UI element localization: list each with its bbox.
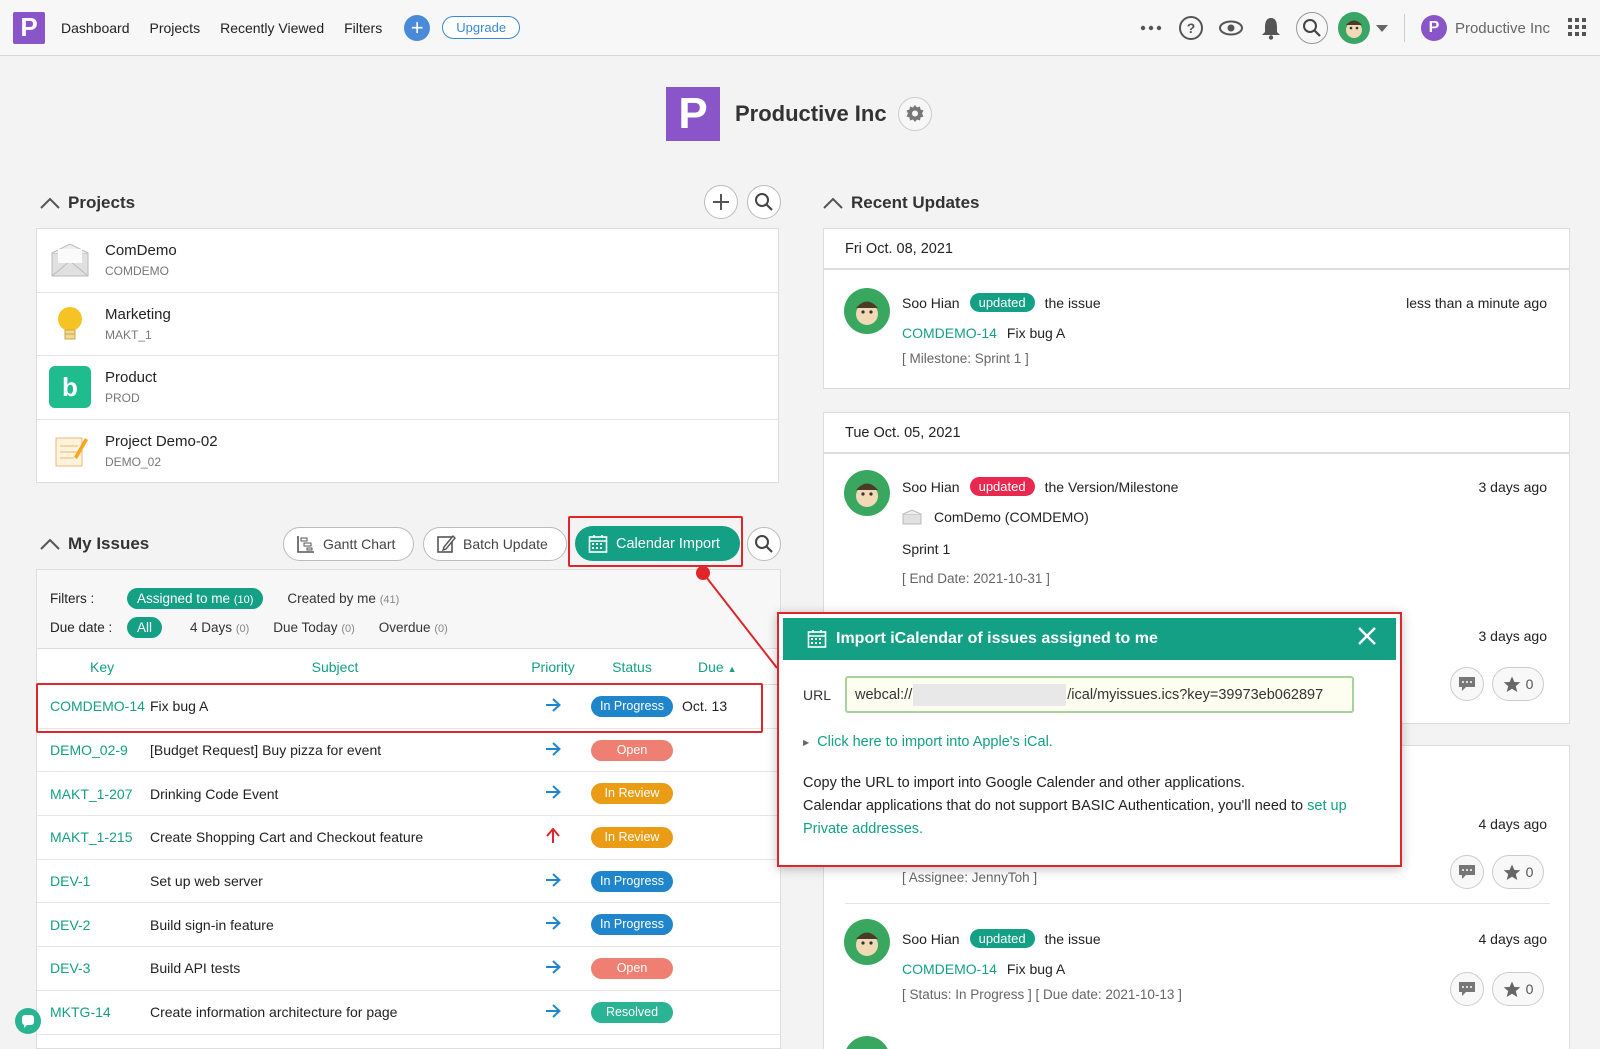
instruction-line: Copy the URL to import into Google Calen… xyxy=(803,775,1245,791)
callout-arrow xyxy=(696,566,778,669)
ical-url-field[interactable]: webcal:// /ical/myissues.ics?key=39973eb0… xyxy=(845,676,1355,713)
url-prefix: webcal:// xyxy=(855,686,913,703)
triangle-right-icon: ▶ xyxy=(803,737,810,747)
url-redacted-mask xyxy=(913,683,1067,706)
icalendar-import-dialog: Import iCalendar of issues assigned to m… xyxy=(777,612,1402,867)
url-label: URL xyxy=(803,686,832,703)
chat-support-button[interactable] xyxy=(15,1008,41,1034)
dialog-title: Import iCalendar of issues assigned to m… xyxy=(836,630,1158,647)
apple-ical-link-label: Click here to import into Apple's iCal. xyxy=(817,734,1053,750)
dialog-instructions: Copy the URL to import into Google Calen… xyxy=(803,772,1383,841)
chat-icon xyxy=(22,1015,34,1028)
apple-ical-link[interactable]: ▶ Click here to import into Apple's iCal… xyxy=(803,734,1053,750)
instruction-line: Calendar applications that do not suppor… xyxy=(803,798,1304,814)
url-suffix: /ical/myissues.ics?key=39973eb062897 xyxy=(1067,686,1324,703)
calendar-icon xyxy=(807,630,827,648)
url-row: URL webcal:// /ical/myissues.ics?key=3997… xyxy=(803,676,1355,713)
dialog-header: Import iCalendar of issues assigned to m… xyxy=(783,618,1396,660)
close-icon[interactable] xyxy=(1356,625,1378,647)
